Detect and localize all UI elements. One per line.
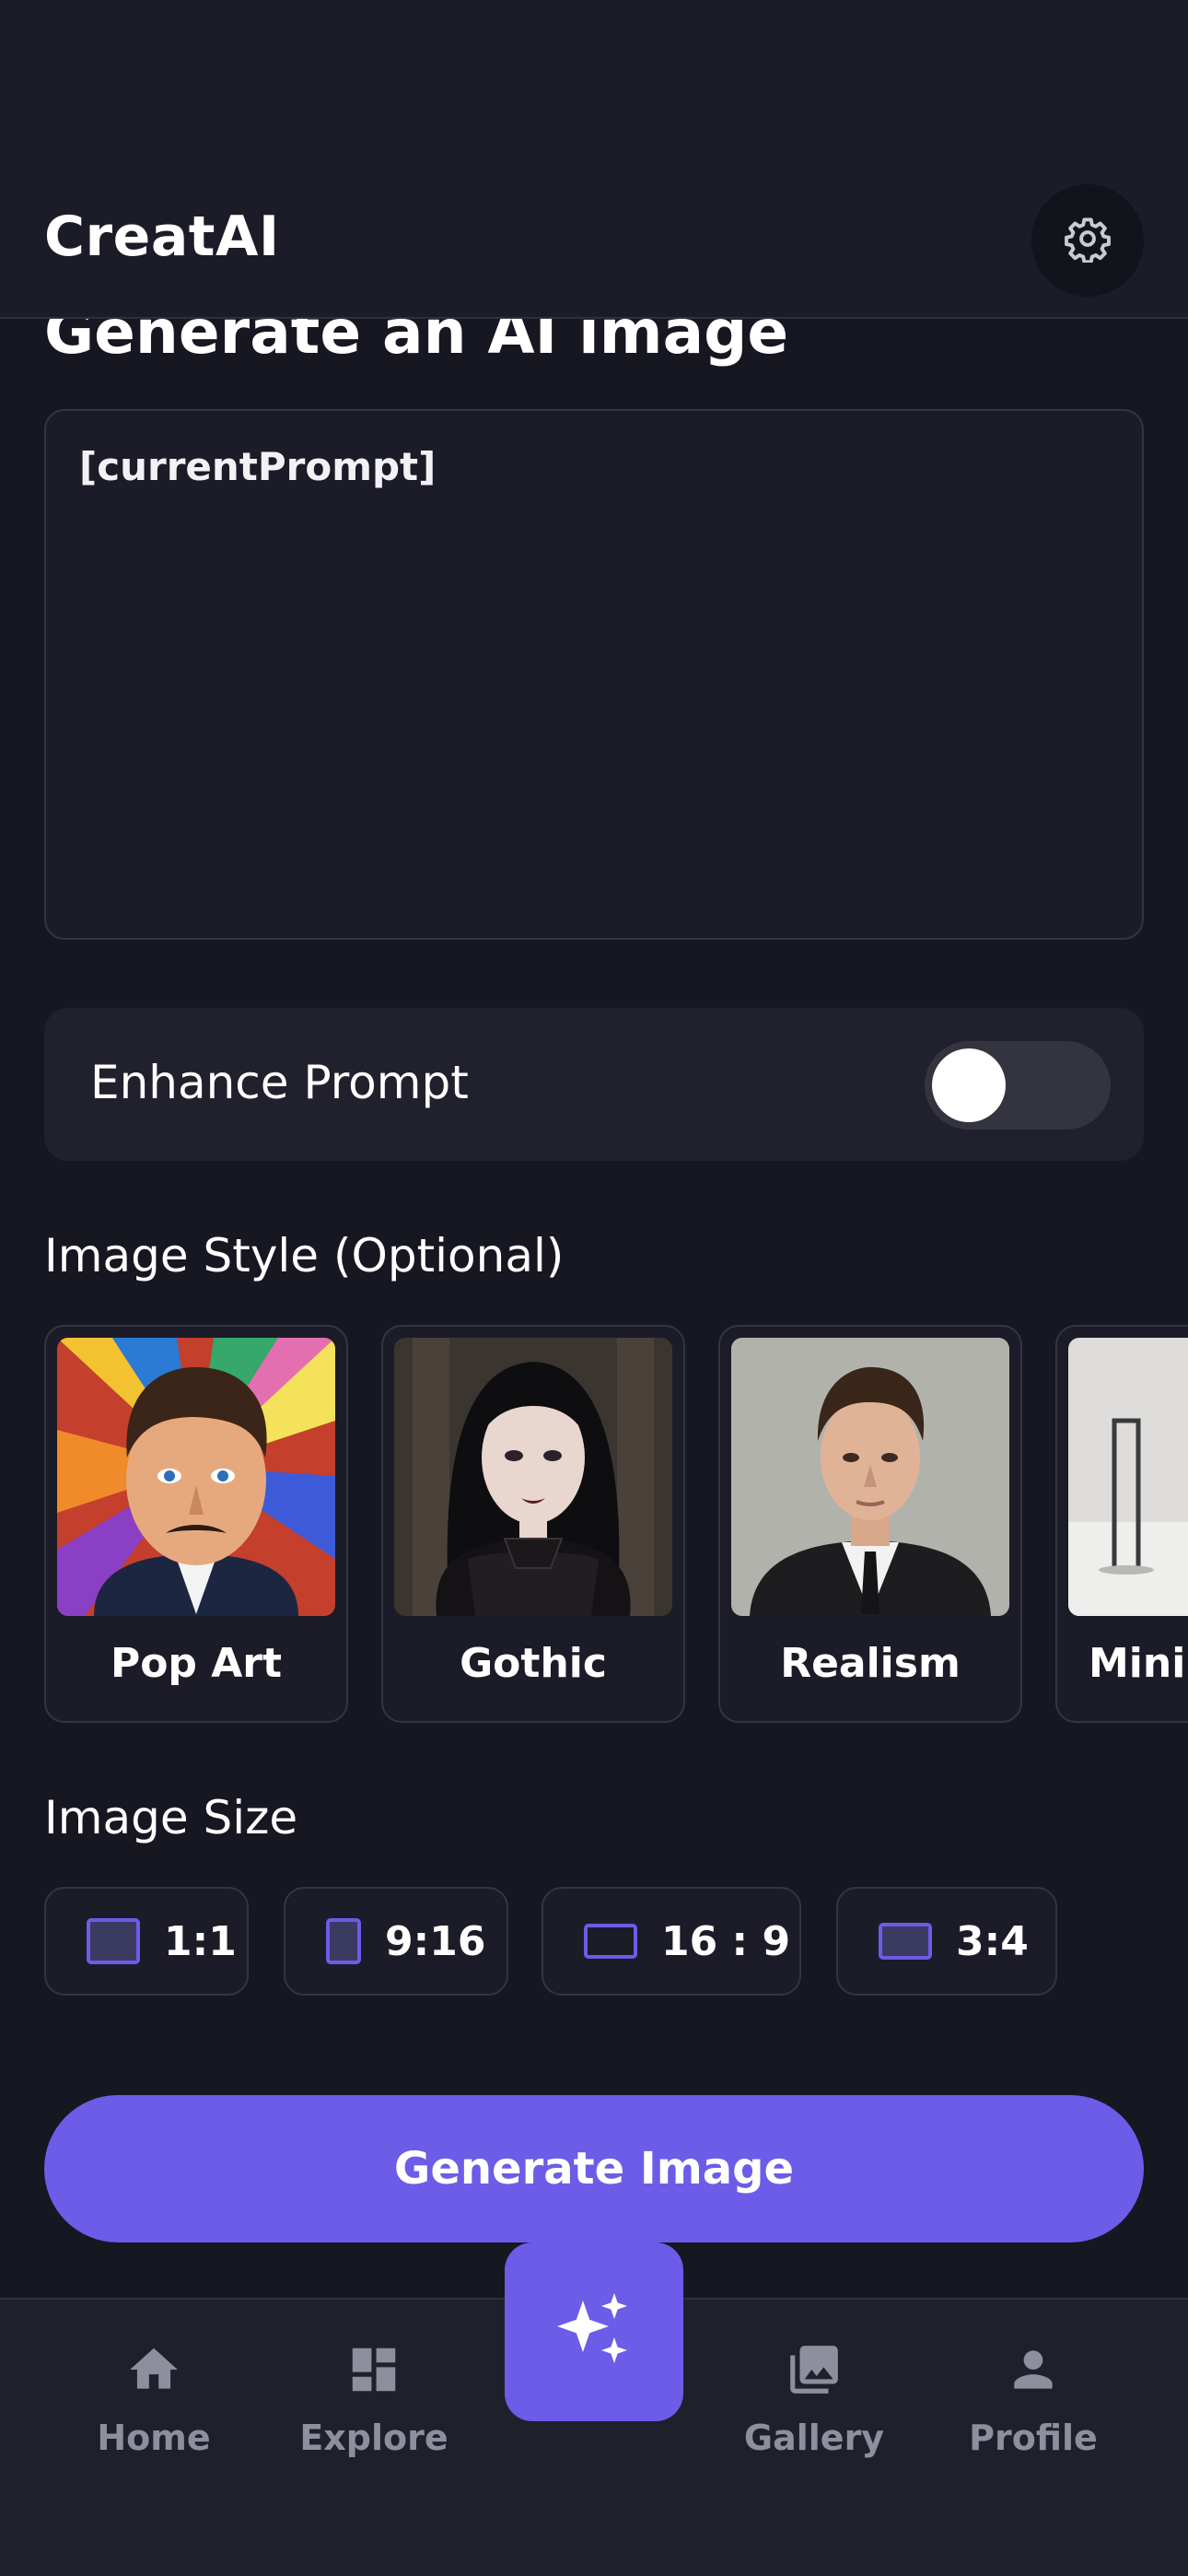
size-option-16-9[interactable]: 16 : 9 <box>542 1887 801 1996</box>
gothic-thumbnail <box>394 1338 672 1616</box>
prompt-input[interactable]: [currentPrompt] <box>44 409 1144 940</box>
person-icon <box>941 2340 1125 2399</box>
style-card-gothic[interactable]: Gothic <box>381 1325 685 1723</box>
portrait-ratio-icon <box>326 1918 361 1964</box>
enhance-prompt-row: Enhance Prompt <box>44 1008 1144 1161</box>
image-size-label: Image Size <box>44 1791 298 1844</box>
app-header: CreatAI <box>0 0 1188 319</box>
dashboard-icon <box>282 2340 466 2399</box>
size-option-1-1[interactable]: 1:1 <box>44 1887 249 1996</box>
square-ratio-icon <box>87 1918 140 1964</box>
nav-gallery[interactable]: Gallery <box>722 2340 906 2458</box>
screen: Generate an AI image CreatAI [currentPro… <box>0 0 1188 2576</box>
nav-home[interactable]: Home <box>62 2340 246 2458</box>
landscape-ratio-icon <box>584 1924 637 1959</box>
nav-explore[interactable]: Explore <box>282 2340 466 2458</box>
size-option-label: 1:1 <box>164 1917 237 1965</box>
realism-thumbnail <box>731 1338 1009 1616</box>
style-name: Gothic <box>460 1640 607 1687</box>
style-name: Realism <box>780 1640 961 1687</box>
size-option-9-16[interactable]: 9:16 <box>284 1887 508 1996</box>
home-icon <box>62 2340 246 2399</box>
gallery-icon <box>722 2340 906 2399</box>
enhance-prompt-label: Enhance Prompt <box>90 1056 469 1109</box>
nav-label: Profile <box>969 2418 1098 2458</box>
minimalism-thumbnail <box>1068 1338 1188 1616</box>
size-option-label: 9:16 <box>385 1917 486 1965</box>
nav-label: Explore <box>299 2418 448 2458</box>
toggle-knob <box>932 1048 1006 1122</box>
gear-icon <box>1064 215 1112 266</box>
nav-label: Home <box>97 2418 211 2458</box>
image-style-label: Image Style (Optional) <box>44 1229 565 1282</box>
style-card-minimalism[interactable]: Minimalism <box>1055 1325 1188 1723</box>
generate-image-button[interactable]: Generate Image <box>44 2095 1144 2242</box>
style-card-realism[interactable]: Realism <box>718 1325 1022 1723</box>
style-name: Pop Art <box>110 1640 283 1687</box>
create-fab-button[interactable] <box>505 2242 683 2421</box>
size-option-label: 3:4 <box>956 1917 1029 1965</box>
size-option-3-4[interactable]: 3:4 <box>836 1887 1057 1996</box>
size-option-label: 16 : 9 <box>661 1917 791 1965</box>
app-title: CreatAI <box>44 205 280 269</box>
style-card-pop-art[interactable]: Pop Art <box>44 1325 348 1723</box>
ratio-3-4-icon <box>879 1923 932 1960</box>
sparkle-icon <box>550 2286 638 2378</box>
pop-art-thumbnail <box>57 1338 335 1616</box>
nav-profile[interactable]: Profile <box>941 2340 1125 2458</box>
settings-button[interactable] <box>1031 184 1144 297</box>
style-name: Minimalism <box>1089 1640 1188 1687</box>
enhance-prompt-toggle[interactable] <box>925 1041 1111 1130</box>
nav-label: Gallery <box>743 2418 885 2458</box>
